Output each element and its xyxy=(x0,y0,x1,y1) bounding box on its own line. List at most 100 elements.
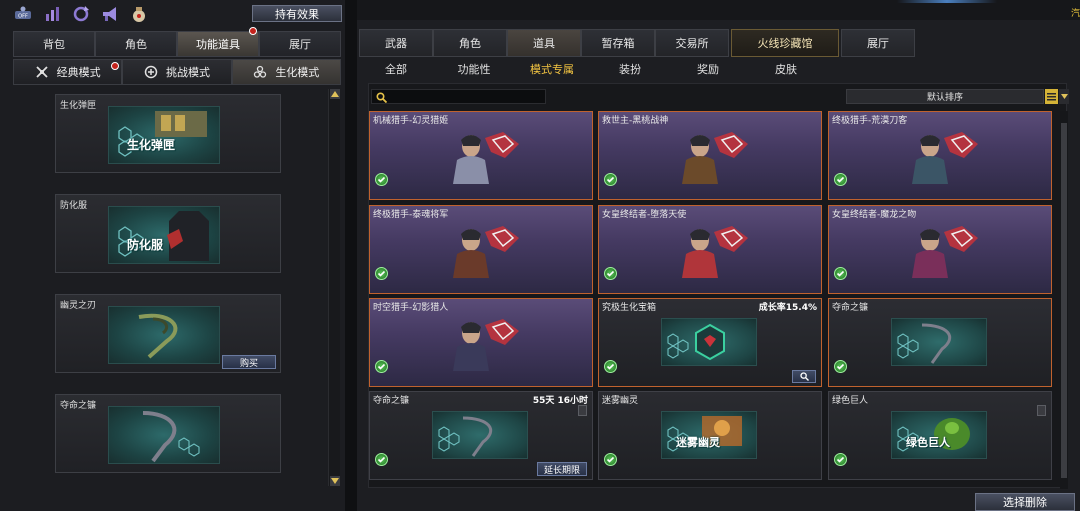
mode-label: 生化模式 xyxy=(275,66,320,79)
mode-challenge[interactable]: 挑战模式 xyxy=(122,59,232,85)
item-name: 迷雾幽灵 xyxy=(602,396,639,406)
tab-character[interactable]: 角色 xyxy=(95,31,177,57)
item-card[interactable]: 终极猎手-荒漠刀客 xyxy=(828,111,1052,200)
target-icon xyxy=(144,65,158,79)
stats-icon[interactable] xyxy=(43,5,61,23)
item-art-label: 绿色巨人 xyxy=(906,436,950,449)
scroll-down-icon[interactable] xyxy=(330,476,340,486)
character-portrait xyxy=(441,311,525,371)
biohazard-icon xyxy=(254,65,267,78)
equip-check-icon[interactable] xyxy=(375,360,388,373)
buy-button[interactable]: 购买 xyxy=(222,355,276,369)
off-label: OFF xyxy=(18,14,28,20)
item-image xyxy=(661,318,757,366)
tab-showroom[interactable]: 展厅 xyxy=(841,29,915,57)
list-item[interactable]: 幽灵之刃 购买 xyxy=(55,294,281,373)
equip-check-icon[interactable] xyxy=(604,453,617,466)
item-card[interactable]: 绿色巨人 绿色巨人 xyxy=(828,391,1052,480)
left-scrollbar[interactable] xyxy=(328,89,340,486)
tab-function-items[interactable]: 功能道具 xyxy=(177,27,259,57)
trash-icon[interactable] xyxy=(578,405,587,416)
left-item-list: 生化弹匣 生化弹匣 防化服 防化服 幽灵之刃 购买 夺命之镰 xyxy=(55,94,281,494)
tab-backpack[interactable]: 背包 xyxy=(13,31,95,57)
subtab-skins[interactable]: 皮肤 xyxy=(747,60,825,80)
item-card[interactable]: 女皇终结者-堕落天使 xyxy=(598,205,822,294)
equip-check-icon[interactable] xyxy=(834,360,847,373)
scroll-thumb[interactable] xyxy=(1061,123,1067,478)
equip-check-icon[interactable] xyxy=(604,267,617,280)
refresh-icon[interactable] xyxy=(72,5,90,23)
item-name: 夺命之镰 xyxy=(373,396,410,406)
chevron-down-icon[interactable] xyxy=(1059,89,1069,104)
trash-icon[interactable] xyxy=(1037,405,1046,416)
equip-check-icon[interactable] xyxy=(375,453,388,466)
magnify-icon xyxy=(799,372,809,381)
item-art-label: 迷雾幽灵 xyxy=(676,436,720,449)
tab-weapons[interactable]: 武器 xyxy=(359,29,433,57)
item-status-tag: 成长率15.4% xyxy=(758,303,817,313)
tab-label: 背包 xyxy=(43,38,65,51)
right-scrollbar[interactable] xyxy=(1060,111,1068,489)
tab-label: 武器 xyxy=(385,37,407,50)
tab-label: 道具 xyxy=(533,37,555,50)
held-effects-button[interactable]: 持有效果 xyxy=(252,5,342,22)
equip-check-icon[interactable] xyxy=(604,173,617,186)
subtab-rewards[interactable]: 奖励 xyxy=(669,60,747,80)
off-toggle-icon[interactable]: OFF xyxy=(14,5,32,23)
item-card[interactable]: 究极生化宝箱 成长率15.4% xyxy=(598,298,822,387)
mode-classic[interactable]: 经典模式 xyxy=(13,59,123,85)
character-portrait xyxy=(900,124,984,184)
equip-check-icon[interactable] xyxy=(834,453,847,466)
item-card[interactable]: 终极猎手-泰魂将军 xyxy=(369,205,593,294)
item-card[interactable]: 时空猎手-幻影猎人 xyxy=(369,298,593,387)
tab-label: 角色 xyxy=(459,37,481,50)
megaphone-icon[interactable] xyxy=(101,5,119,23)
scroll-up-icon[interactable] xyxy=(330,89,340,99)
list-item[interactable]: 防化服 防化服 xyxy=(55,194,281,273)
preview-button[interactable] xyxy=(792,370,816,383)
equip-check-icon[interactable] xyxy=(834,267,847,280)
mode-label: 挑战模式 xyxy=(165,66,210,79)
tab-showroom[interactable]: 展厅 xyxy=(259,31,341,57)
sort-dropdown[interactable]: 默认排序 xyxy=(846,89,1044,104)
list-item[interactable]: 夺命之镰 xyxy=(55,394,281,473)
tab-items[interactable]: 道具 xyxy=(507,29,581,57)
tab-collection-hall[interactable]: 火线珍藏馆 xyxy=(731,29,839,57)
equip-check-icon[interactable] xyxy=(375,173,388,186)
item-name: 究极生化宝箱 xyxy=(602,303,657,313)
item-card[interactable]: 夺命之镰 xyxy=(828,298,1052,387)
lucky-bag-icon[interactable] xyxy=(130,5,148,23)
tab-storage[interactable]: 暂存箱 xyxy=(581,29,655,57)
list-item[interactable]: 生化弹匣 生化弹匣 xyxy=(55,94,281,173)
top-glow xyxy=(897,0,997,3)
equip-check-icon[interactable] xyxy=(604,360,617,373)
notification-dot xyxy=(249,27,257,35)
item-card[interactable]: 机械猎手-幻灵猎姬 xyxy=(369,111,593,200)
select-delete-button[interactable]: 选择删除 xyxy=(975,493,1075,511)
top-icon-bar: OFF xyxy=(14,5,148,25)
hazmat-suit-image: 防化服 xyxy=(108,206,220,264)
equip-check-icon[interactable] xyxy=(834,173,847,186)
tab-character[interactable]: 角色 xyxy=(433,29,507,57)
tab-exchange[interactable]: 交易所 xyxy=(655,29,729,57)
mode-biochem[interactable]: 生化模式 xyxy=(231,59,341,85)
item-card[interactable]: 迷雾幽灵 迷雾幽灵 xyxy=(598,391,822,480)
tab-label: 展厅 xyxy=(867,37,889,50)
item-name: 防化服 xyxy=(60,201,88,211)
subtab-all[interactable]: 全部 xyxy=(357,60,435,80)
item-name: 绿色巨人 xyxy=(832,396,869,406)
search-input[interactable] xyxy=(371,89,546,104)
item-name: 机械猎手-幻灵猎姬 xyxy=(373,116,449,126)
tab-label: 展厅 xyxy=(289,38,311,51)
subtab-functional[interactable]: 功能性 xyxy=(435,60,513,80)
item-card[interactable]: 夺命之镰 55天 16小时 延长期限 xyxy=(369,391,593,480)
list-view-icon[interactable] xyxy=(1045,89,1058,104)
item-card[interactable]: 女皇终结者-魔龙之吻 xyxy=(828,205,1052,294)
subtab-outfit[interactable]: 装扮 xyxy=(591,60,669,80)
extend-period-button[interactable]: 延长期限 xyxy=(536,462,587,476)
equip-check-icon[interactable] xyxy=(375,267,388,280)
search-icon xyxy=(376,92,387,103)
item-name: 幽灵之刃 xyxy=(60,301,97,311)
item-card[interactable]: 救世主-黑桃战神 xyxy=(598,111,822,200)
subtab-mode-exclusive[interactable]: 模式专属 xyxy=(513,60,591,80)
